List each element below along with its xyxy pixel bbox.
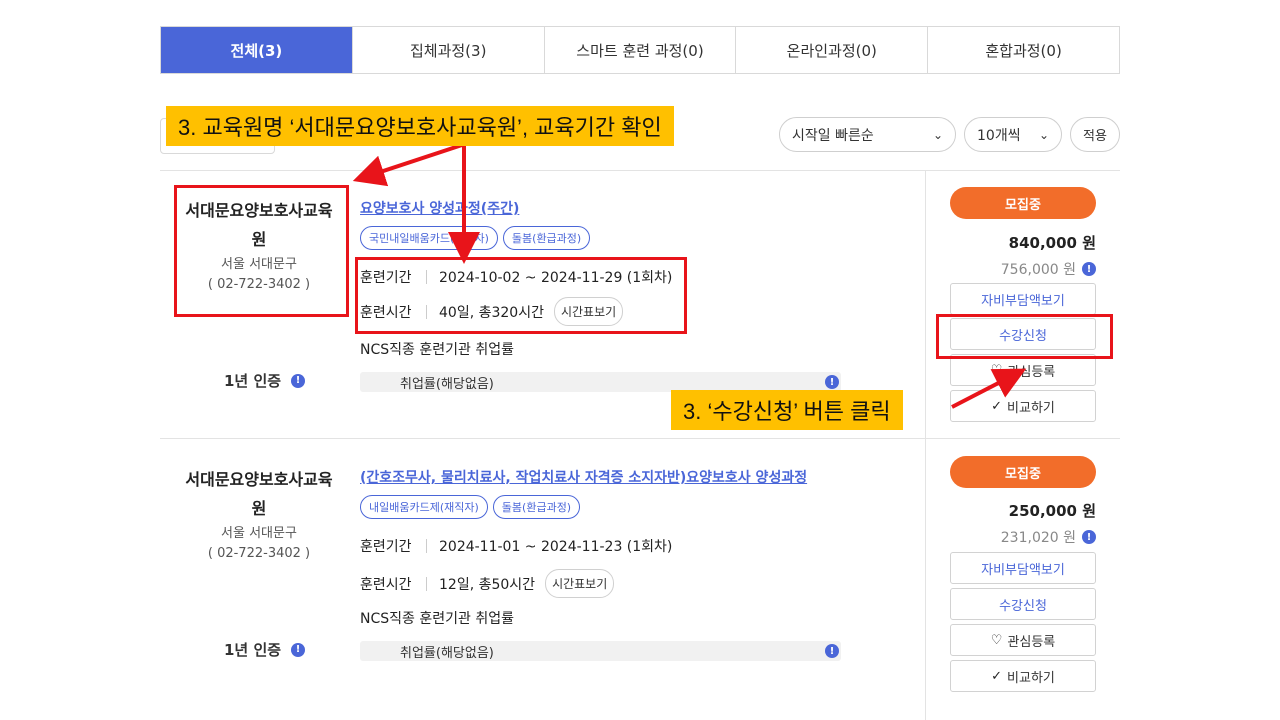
arrow-to-institution [352, 143, 463, 187]
arrow-to-apply [951, 368, 1027, 409]
annotation-callout-check: 3. 교육원명 ‘서대문요양보호사교육원’, 교육기간 확인 [166, 106, 674, 146]
annotation-callout-apply: 3. ‘수강신청’ 버튼 클릭 [671, 390, 903, 430]
